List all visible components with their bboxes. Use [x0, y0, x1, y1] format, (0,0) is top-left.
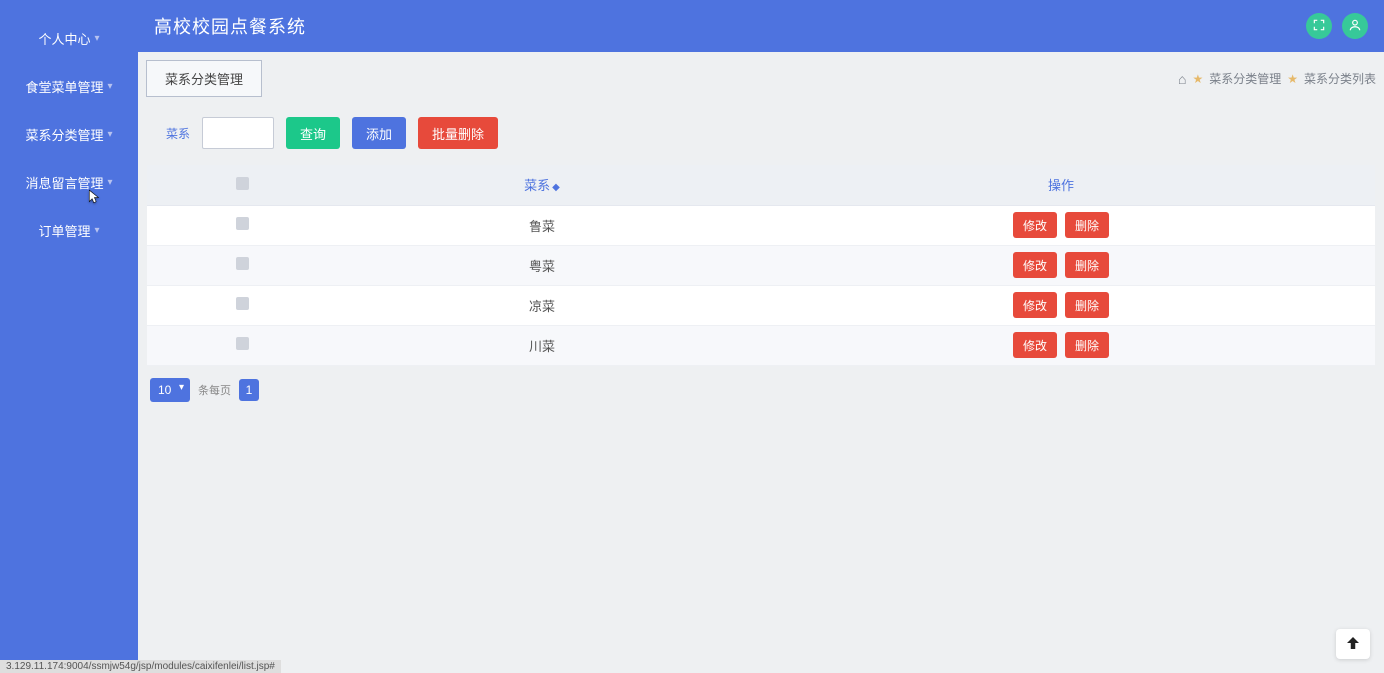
checkbox-icon[interactable]	[236, 177, 249, 190]
row-select-cell[interactable]	[147, 285, 337, 325]
row-select-cell[interactable]	[147, 245, 337, 285]
table-row: 粤菜修改删除	[147, 245, 1375, 285]
sidebar-item-label: 订单管理	[38, 221, 90, 240]
breadcrumb-item[interactable]: 菜系分类列表	[1304, 70, 1376, 87]
row-action-cell: 修改删除	[747, 325, 1375, 365]
per-page-select-wrap[interactable]: 10	[150, 378, 190, 402]
user-icon	[1348, 18, 1362, 35]
per-page-select[interactable]: 10	[150, 378, 190, 402]
checkbox-icon[interactable]	[236, 217, 249, 230]
delete-button[interactable]: 删除	[1065, 212, 1109, 238]
row-category-cell: 凉菜	[337, 285, 747, 325]
fullscreen-button[interactable]	[1306, 13, 1332, 39]
edit-button[interactable]: 修改	[1013, 292, 1057, 318]
sidebar-item-label: 菜系分类管理	[25, 125, 103, 144]
row-action-cell: 修改删除	[747, 285, 1375, 325]
sidebar-item-profile[interactable]: 个人中心 ▾	[0, 14, 138, 62]
page-number[interactable]: 1	[239, 379, 259, 401]
topbar: 高校校园点餐系统	[138, 0, 1384, 52]
select-all-header[interactable]	[147, 165, 337, 205]
table-row: 鲁菜修改删除	[147, 205, 1375, 245]
add-button[interactable]: 添加	[352, 117, 406, 149]
scroll-to-top-button[interactable]	[1336, 629, 1370, 659]
batch-delete-button[interactable]: 批量删除	[418, 117, 498, 149]
chevron-down-icon: ▾	[107, 129, 112, 140]
chevron-down-icon: ▾	[107, 177, 112, 188]
filter-label: 菜系	[166, 125, 190, 142]
row-category-cell: 鲁菜	[337, 205, 747, 245]
column-header-action: 操作	[747, 165, 1375, 205]
checkbox-icon[interactable]	[236, 297, 249, 310]
delete-button[interactable]: 删除	[1065, 292, 1109, 318]
sidebar: 个人中心 ▾ 食堂菜单管理 ▾ 菜系分类管理 ▾ 消息留言管理 ▾ 订单管理 ▾	[0, 0, 138, 673]
delete-button[interactable]: 删除	[1065, 332, 1109, 358]
column-header-category[interactable]: 菜系◆	[337, 165, 747, 205]
row-category-cell: 粤菜	[337, 245, 747, 285]
main-content: 菜系分类管理 ⌂ ★ 菜系分类管理 ★ 菜系分类列表 菜系 查询 添加 批量删除…	[138, 52, 1384, 673]
chevron-down-icon: ▾	[107, 81, 112, 92]
expand-icon	[1312, 18, 1326, 35]
page-tab[interactable]: 菜系分类管理	[146, 60, 262, 97]
row-action-cell: 修改删除	[747, 245, 1375, 285]
edit-button[interactable]: 修改	[1013, 252, 1057, 278]
breadcrumb-item[interactable]: 菜系分类管理	[1209, 70, 1281, 87]
page-header: 菜系分类管理 ⌂ ★ 菜系分类管理 ★ 菜系分类列表	[146, 60, 1376, 97]
pager: 10 条每页 1	[150, 378, 1372, 402]
table-row: 川菜修改删除	[147, 325, 1375, 365]
delete-button[interactable]: 删除	[1065, 252, 1109, 278]
row-category-cell: 川菜	[337, 325, 747, 365]
home-icon[interactable]: ⌂	[1178, 71, 1186, 87]
topbar-actions	[1306, 13, 1368, 39]
sidebar-item-label: 消息留言管理	[25, 173, 103, 192]
search-button[interactable]: 查询	[286, 117, 340, 149]
filter-bar: 菜系 查询 添加 批量删除	[146, 105, 1376, 165]
star-icon: ★	[1192, 72, 1203, 86]
checkbox-icon[interactable]	[236, 337, 249, 350]
per-page-label: 条每页	[198, 382, 231, 398]
sidebar-item-order-mgr[interactable]: 订单管理 ▾	[0, 206, 138, 254]
edit-button[interactable]: 修改	[1013, 212, 1057, 238]
table-header-row: 菜系◆ 操作	[147, 165, 1375, 205]
sidebar-item-menu-mgr[interactable]: 食堂菜单管理 ▾	[0, 62, 138, 110]
status-bar-url: 3.129.11.174:9004/ssmjw54g/jsp/modules/c…	[0, 660, 281, 673]
row-select-cell[interactable]	[147, 325, 337, 365]
chevron-down-icon: ▾	[94, 225, 99, 236]
sidebar-item-label: 个人中心	[38, 29, 90, 48]
checkbox-icon[interactable]	[236, 257, 249, 270]
sidebar-item-label: 食堂菜单管理	[25, 77, 103, 96]
chevron-down-icon: ▾	[94, 33, 99, 44]
category-table: 菜系◆ 操作 鲁菜修改删除粤菜修改删除凉菜修改删除川菜修改删除	[147, 165, 1375, 366]
user-button[interactable]	[1342, 13, 1368, 39]
breadcrumb: ⌂ ★ 菜系分类管理 ★ 菜系分类列表	[1178, 70, 1376, 87]
edit-button[interactable]: 修改	[1013, 332, 1057, 358]
arrow-up-icon	[1344, 634, 1362, 655]
row-select-cell[interactable]	[147, 205, 337, 245]
app-title: 高校校园点餐系统	[154, 13, 306, 39]
table-row: 凉菜修改删除	[147, 285, 1375, 325]
sort-icon: ◆	[552, 182, 560, 193]
sidebar-item-category-mgr[interactable]: 菜系分类管理 ▾	[0, 110, 138, 158]
star-icon: ★	[1287, 72, 1298, 86]
category-search-input[interactable]	[202, 117, 274, 149]
row-action-cell: 修改删除	[747, 205, 1375, 245]
sidebar-item-message-mgr[interactable]: 消息留言管理 ▾	[0, 158, 138, 206]
